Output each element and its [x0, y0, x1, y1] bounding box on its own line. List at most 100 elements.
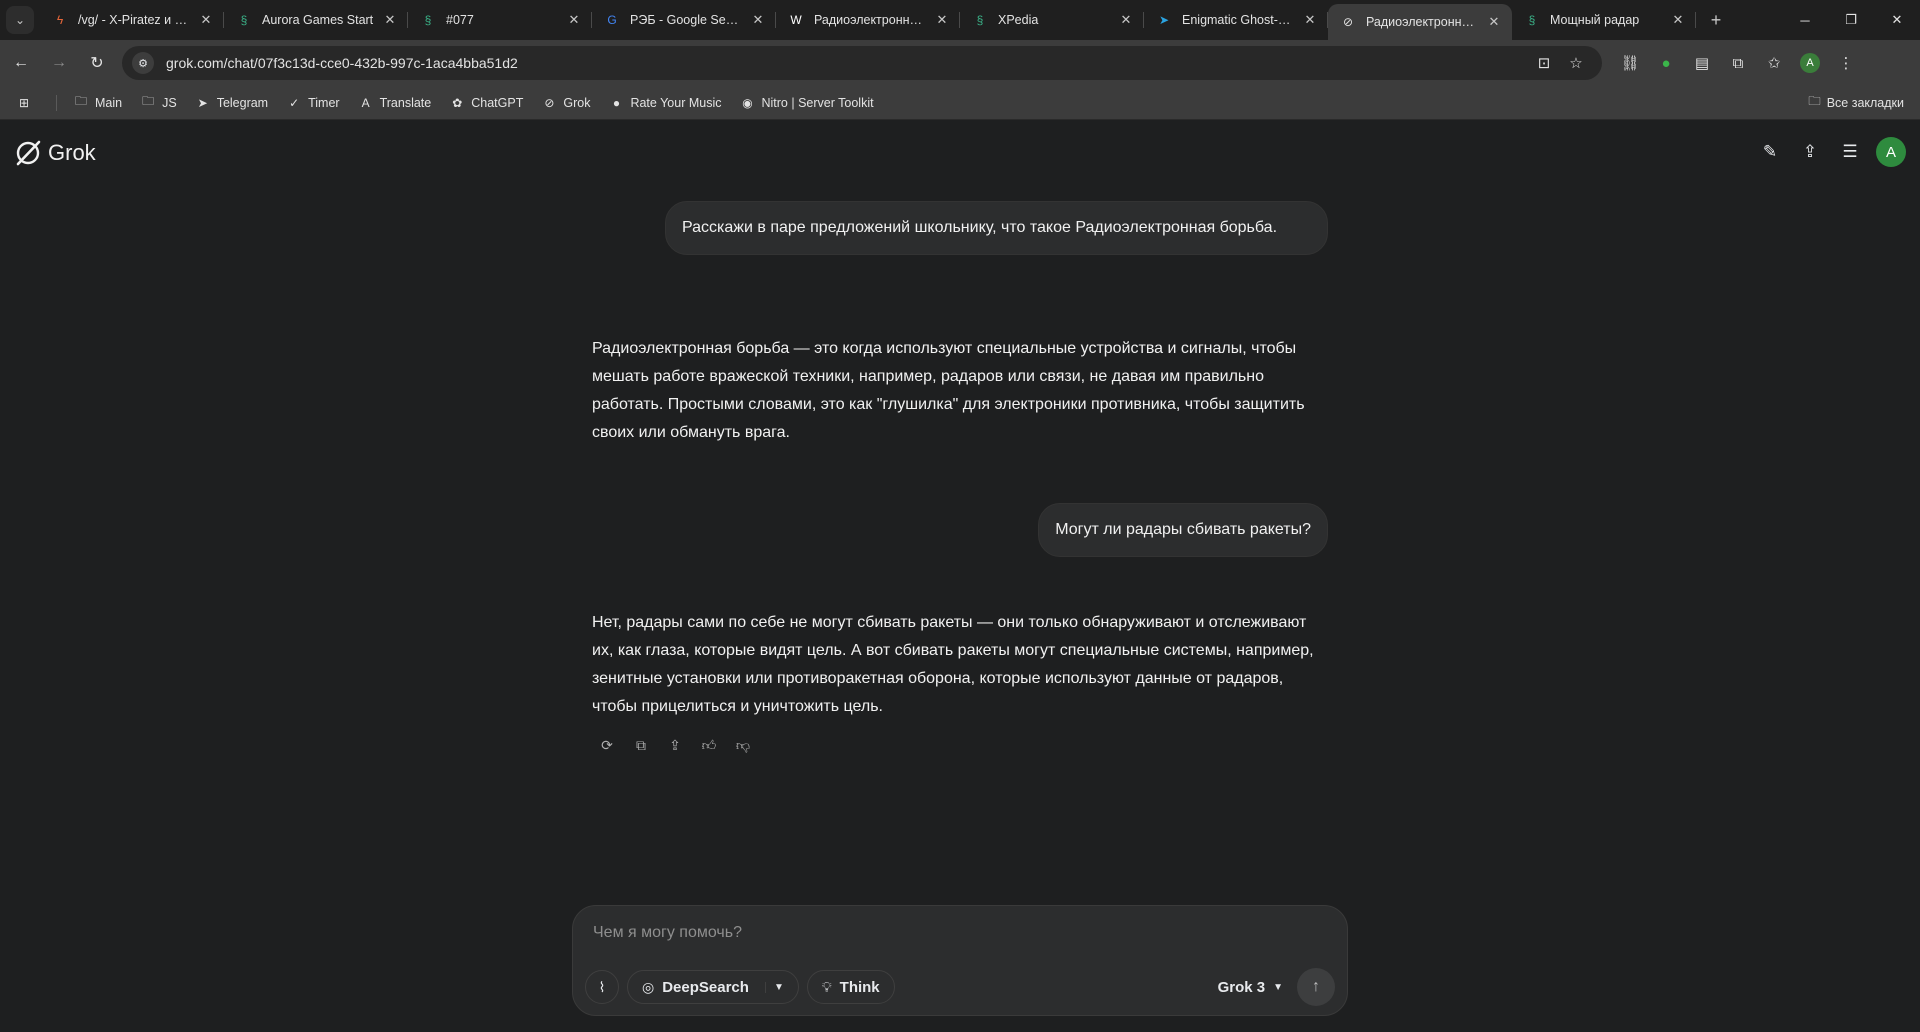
site-info-icon[interactable]: ⚙ [132, 52, 154, 74]
browser-tab[interactable]: § #077 ✕ [408, 0, 592, 40]
browser-tab[interactable]: § XPedia ✕ [960, 0, 1144, 40]
bookmark-item[interactable]: ✿ ChatGPT [449, 95, 523, 111]
model-label: Grok 3 [1217, 978, 1266, 996]
lightbulb-icon: 💡︎ [821, 978, 832, 995]
apps-button[interactable]: ⊞ [16, 95, 38, 111]
close-tab-icon[interactable]: ✕ [198, 12, 214, 28]
close-tab-icon[interactable]: ✕ [750, 12, 766, 28]
restore-button[interactable]: ❐ [1828, 0, 1874, 40]
url-text[interactable]: grok.com/chat/07f3c13d-cce0-432b-997c-1a… [166, 55, 1528, 71]
think-button[interactable]: 💡︎ Think [806, 970, 895, 1004]
send-button[interactable]: ↑ [1297, 968, 1335, 1006]
reload-icon: ↻ [90, 55, 104, 72]
arrow-up-icon: ↑ [1312, 978, 1320, 995]
user-message: Могут ли радары сбивать ракеты? [1038, 503, 1328, 557]
browser-tab[interactable]: ➤ Enigmatic Ghost-clus ✕ [1144, 0, 1328, 40]
bookmark-label: Grok [563, 95, 591, 110]
close-tab-icon[interactable]: ✕ [566, 12, 582, 28]
bookmark-label: Translate [379, 95, 432, 110]
dna-icon: § [1528, 13, 1536, 27]
copy-icon[interactable]: ⧉ [624, 733, 658, 757]
reload-button[interactable]: ↻ [80, 46, 114, 80]
bookmark-item[interactable]: 🗀 Main [73, 94, 122, 111]
google-icon: G [607, 13, 617, 27]
thumbs-down-icon[interactable]: 👎︎ [726, 733, 760, 757]
forward-button[interactable]: → [42, 46, 76, 80]
arrow-right-icon: → [51, 54, 67, 71]
back-button[interactable]: ← [4, 46, 38, 80]
tab-title: XPedia [998, 13, 1039, 27]
close-tab-icon[interactable]: ✕ [1486, 14, 1502, 30]
chatgpt-icon: ✿ [452, 95, 463, 110]
browser-tab[interactable]: ⊘ Радиоэлектронная б ✕ [1328, 4, 1512, 40]
history-icon[interactable]: ☰ [1830, 135, 1870, 169]
minimize-button[interactable]: ─ [1782, 0, 1828, 40]
extensions-puzzle-icon[interactable]: ⧉ [1720, 46, 1756, 80]
close-tab-icon[interactable]: ✕ [382, 12, 398, 28]
extension-grid-icon[interactable]: ▤ [1684, 46, 1720, 80]
address-bar[interactable]: ⚙ grok.com/chat/07f3c13d-cce0-432b-997c-… [122, 46, 1602, 80]
close-tab-icon[interactable]: ✕ [1118, 12, 1134, 28]
bookmark-item[interactable]: ◉ Nitro | Server Toolkit [739, 95, 873, 111]
bookmark-item[interactable]: ⊘ Grok [541, 95, 590, 111]
bookmark-item[interactable]: ● Rate Your Music [608, 95, 722, 111]
browser-tab[interactable]: W Радиоэлектронная б ✕ [776, 0, 960, 40]
close-tab-icon[interactable]: ✕ [1302, 12, 1318, 28]
browser-tab[interactable]: § Мощный радар ✕ [1512, 0, 1696, 40]
message-input[interactable]: Чем я могу помочь? [593, 924, 742, 942]
share-icon[interactable]: ⇪ [658, 733, 692, 757]
translate-icon: A [361, 95, 370, 110]
new-tab-button[interactable]: + [1702, 6, 1730, 34]
all-bookmarks-button[interactable]: 🗀 Все закладки [1808, 92, 1904, 113]
browser-tab[interactable]: § Aurora Games Start ✕ [224, 0, 408, 40]
user-message-text: Расскажи в паре предложений школьнику, ч… [682, 219, 1278, 236]
bookmark-label: ChatGPT [471, 95, 524, 110]
grok-icon: ⊘ [1342, 15, 1354, 29]
new-chat-icon[interactable]: ✎ [1750, 135, 1790, 169]
assistant-message: Радиоэлектронная борьба — это когда испо… [592, 335, 1327, 447]
tab-title: Aurora Games Start [262, 13, 374, 27]
bookmark-item[interactable]: ✓ Timer [286, 95, 340, 111]
tab-search-button[interactable]: ⌄ [6, 6, 34, 34]
dna-icon: § [976, 13, 984, 27]
assistant-message-text: Нет, радары сами по себе не могут сбиват… [592, 614, 1314, 715]
model-selector[interactable]: Grok 3 ▼ [1218, 979, 1283, 996]
bookmarks-divider [56, 94, 57, 111]
bookmark-star-icon[interactable]: ☆ [1560, 54, 1592, 72]
deepsearch-icon: ◎ [642, 978, 655, 995]
user-avatar[interactable]: A [1876, 137, 1906, 167]
telegram-icon: ➤ [197, 95, 208, 110]
browser-tab[interactable]: G РЭБ - Google Search ✕ [592, 0, 776, 40]
bookmark-label: Telegram [216, 95, 269, 110]
chevron-down-icon[interactable]: ▼ [764, 981, 784, 993]
extension-green-icon[interactable]: ● [1648, 46, 1684, 80]
attach-button[interactable]: ⌇ [585, 970, 619, 1004]
think-label: Think [839, 978, 880, 996]
regenerate-icon[interactable]: ⟳ [590, 733, 624, 757]
browser-toolbar: ← → ↻ ⚙ grok.com/chat/07f3c13d-cce0-432b… [0, 40, 1920, 86]
bookmarks-star-icon[interactable]: ✩ [1756, 46, 1792, 80]
bookmark-label: Rate Your Music [630, 95, 722, 110]
grok-page: Grok ✎ ⇪ ☰ A Расскажи в паре предложений… [0, 121, 1920, 1032]
bookmark-item[interactable]: 🗀 JS [140, 94, 177, 111]
rym-icon: ● [612, 95, 621, 110]
check-circle-icon: ✓ [289, 95, 300, 110]
extension-link-icon[interactable]: ⛓ [1612, 46, 1648, 80]
bookmark-label: JS [162, 95, 177, 110]
wikipedia-icon: W [790, 13, 802, 27]
deepsearch-button[interactable]: ◎ DeepSearch ▼ [627, 970, 799, 1004]
bookmark-item[interactable]: A Translate [358, 95, 432, 111]
chevron-down-icon: ⌄ [14, 13, 26, 27]
tab-strip: ⌄ ϟ/vg/ - X-Piratez и дру ✕ § Aurora Games … [0, 0, 1920, 40]
install-app-icon[interactable]: ⊡ [1528, 54, 1560, 72]
profile-avatar[interactable]: A [1800, 53, 1820, 73]
browser-tab[interactable]: ϟ/vg/ - X-Piratez и дру ✕ [40, 0, 224, 40]
close-tab-icon[interactable]: ✕ [1670, 12, 1686, 28]
close-tab-icon[interactable]: ✕ [934, 12, 950, 28]
bookmark-item[interactable]: ➤ Telegram [195, 95, 268, 111]
thumbs-up-icon[interactable]: 👍︎ [692, 733, 726, 757]
grok-logo[interactable]: Grok [14, 139, 96, 167]
menu-kebab-icon[interactable]: ⋮ [1828, 46, 1864, 80]
close-window-button[interactable]: ✕ [1874, 0, 1920, 40]
share-icon[interactable]: ⇪ [1790, 135, 1830, 169]
